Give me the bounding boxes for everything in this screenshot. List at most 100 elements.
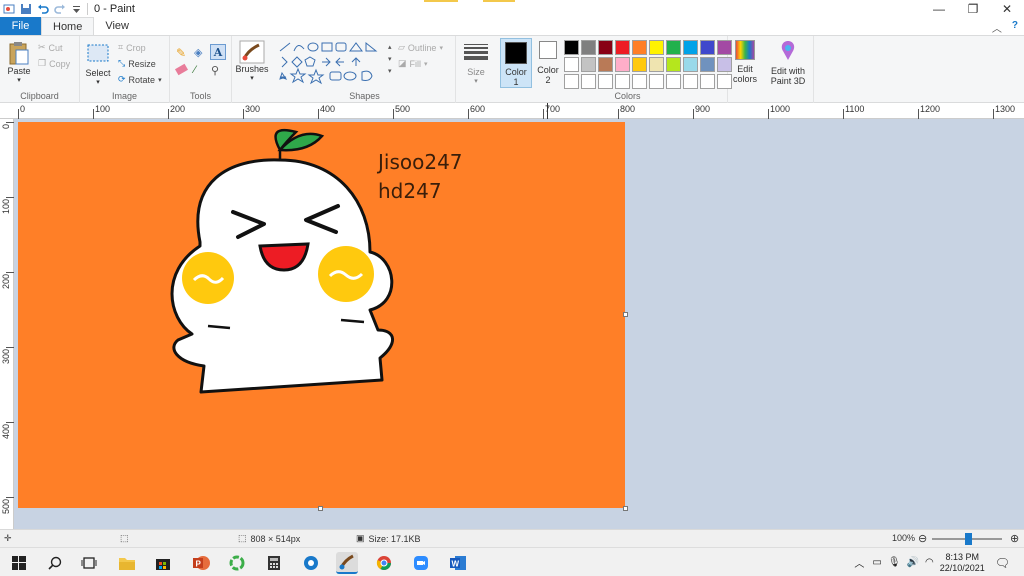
resize-button[interactable]: ⤡ Resize	[118, 58, 156, 69]
palette-swatch[interactable]	[666, 57, 681, 72]
brushes-button[interactable]: Brushes ▾	[234, 40, 270, 84]
battery-icon[interactable]: ▭	[872, 557, 881, 568]
zoom-meetings-icon[interactable]	[410, 552, 432, 574]
copy-button[interactable]: ❐ Copy	[38, 58, 70, 69]
edit-colors-button[interactable]: Edit colors	[730, 40, 760, 84]
paste-dropdown-icon: ▾	[17, 77, 21, 84]
collapse-ribbon-icon[interactable]: ︿	[992, 20, 1002, 35]
outline-button[interactable]: ▱ Outline ▾	[398, 42, 443, 53]
palette-swatch[interactable]	[615, 40, 630, 55]
taskbar: P W ︿ ▭ 🎙 🔊 ◠ 8:13 PM 22/10/2021 🗨	[0, 547, 1024, 576]
zoom-out-icon[interactable]: ⊖	[918, 532, 927, 545]
task-view-icon[interactable]	[78, 552, 100, 574]
tab-file[interactable]: File	[0, 17, 41, 35]
palette-swatch[interactable]	[632, 57, 647, 72]
select-label: Select	[85, 68, 111, 78]
ruler-label: 900	[695, 104, 711, 114]
fill-bucket-icon[interactable]: ◈	[194, 46, 202, 59]
powerpoint-icon[interactable]: P	[190, 552, 212, 574]
palette-swatch[interactable]	[683, 74, 698, 89]
palette-swatch[interactable]	[598, 57, 613, 72]
palette-swatch[interactable]	[649, 40, 664, 55]
palette-swatch[interactable]	[666, 40, 681, 55]
eraser-icon[interactable]	[174, 63, 189, 76]
cut-label: Cut	[48, 42, 63, 53]
palette-swatch[interactable]	[649, 57, 664, 72]
palette-swatch[interactable]	[649, 74, 664, 89]
minimize-button[interactable]: —	[922, 0, 956, 17]
undo-icon[interactable]	[36, 2, 49, 15]
palette-swatch[interactable]	[700, 74, 715, 89]
customize-qat-icon[interactable]	[70, 2, 83, 15]
fill-button[interactable]: ◪ Fill ▾	[398, 58, 428, 69]
shapes-scroll[interactable]: ▴ ▾ ▾	[388, 42, 392, 78]
color-picker-icon[interactable]: ⁄	[194, 64, 196, 76]
edge-icon[interactable]	[300, 552, 322, 574]
word-icon[interactable]: W	[447, 552, 469, 574]
cut-button[interactable]: ✂ Cut	[38, 42, 63, 53]
size-dropdown-icon: ▾	[474, 78, 478, 85]
ghost-character-drawing	[170, 128, 394, 394]
palette-swatch[interactable]	[683, 57, 698, 72]
palette-swatch[interactable]	[581, 57, 596, 72]
palette-swatch[interactable]	[581, 74, 596, 89]
file-explorer-icon[interactable]	[116, 552, 138, 574]
close-button[interactable]: ✕	[990, 0, 1024, 17]
status-bar: ✛ ⬚ ⬚ 808 × 514px ▣ Size: 17.1KB 100% ⊖ …	[0, 529, 1024, 547]
dimensions-text: 808 × 514px	[250, 533, 301, 544]
palette-swatch[interactable]	[564, 57, 579, 72]
start-icon[interactable]	[8, 552, 30, 574]
search-icon[interactable]	[44, 552, 66, 574]
tab-home[interactable]: Home	[41, 17, 95, 35]
clock[interactable]: 8:13 PM 22/10/2021	[940, 552, 985, 574]
fill-label: Fill	[409, 58, 422, 69]
calculator-icon[interactable]	[263, 552, 285, 574]
green-app-icon[interactable]	[226, 552, 248, 574]
help-icon[interactable]: ?	[1012, 20, 1018, 35]
palette-swatch[interactable]	[598, 40, 613, 55]
store-icon[interactable]	[152, 552, 174, 574]
paste-button[interactable]: Paste ▾	[6, 40, 32, 86]
microphone-icon[interactable]: 🎙	[888, 557, 901, 568]
notifications-icon[interactable]: 🗨	[995, 556, 1010, 570]
palette-swatch[interactable]	[615, 74, 630, 89]
zoom-in-icon[interactable]: ⊕	[1010, 532, 1019, 545]
outline-label: Outline	[407, 42, 437, 53]
canvas-resize-handle-right[interactable]	[623, 312, 628, 317]
chrome-icon[interactable]	[373, 552, 395, 574]
tray-chevron-icon[interactable]: ︿	[854, 555, 864, 570]
ribbon-options: ︿ ?	[992, 20, 1018, 35]
maximize-button[interactable]: ❐	[956, 0, 990, 17]
shapes-gallery[interactable]	[278, 41, 390, 87]
palette-swatch[interactable]	[683, 40, 698, 55]
palette-swatch[interactable]	[564, 74, 579, 89]
pencil-icon[interactable]: ✎	[176, 46, 186, 60]
palette-swatch[interactable]	[581, 40, 596, 55]
zoom-slider-thumb[interactable]	[965, 533, 972, 545]
save-icon[interactable]	[19, 2, 32, 15]
palette-swatch[interactable]	[615, 57, 630, 72]
rotate-button[interactable]: ⟳ Rotate ▾	[118, 74, 162, 85]
volume-icon[interactable]: 🔊	[907, 557, 919, 568]
select-button[interactable]: Select ▾	[84, 44, 112, 88]
canvas-resize-handle-corner[interactable]	[623, 506, 628, 511]
paint-taskbar-icon[interactable]	[336, 552, 358, 574]
magnifier-icon[interactable]: ⚲	[211, 64, 219, 77]
palette-swatch[interactable]	[598, 74, 613, 89]
size-label: Size	[467, 67, 485, 77]
palette-swatch[interactable]	[632, 74, 647, 89]
text-tool-icon[interactable]: A	[210, 44, 226, 60]
palette-swatch[interactable]	[700, 40, 715, 55]
edit-with-paint3d-button[interactable]: Edit with Paint 3D	[766, 40, 810, 86]
drawing-canvas[interactable]: Jisoo247 hd247	[18, 122, 625, 508]
palette-swatch[interactable]	[632, 40, 647, 55]
wifi-icon[interactable]: ◠	[925, 557, 934, 568]
size-button[interactable]: Size ▾	[460, 42, 492, 87]
palette-swatch[interactable]	[564, 40, 579, 55]
tab-view[interactable]: View	[94, 17, 140, 35]
canvas-resize-handle-bottom[interactable]	[318, 506, 323, 511]
crop-button[interactable]: ⌗ Crop	[118, 42, 146, 53]
redo-icon[interactable]	[53, 2, 66, 15]
palette-swatch[interactable]	[666, 74, 681, 89]
palette-swatch[interactable]	[700, 57, 715, 72]
